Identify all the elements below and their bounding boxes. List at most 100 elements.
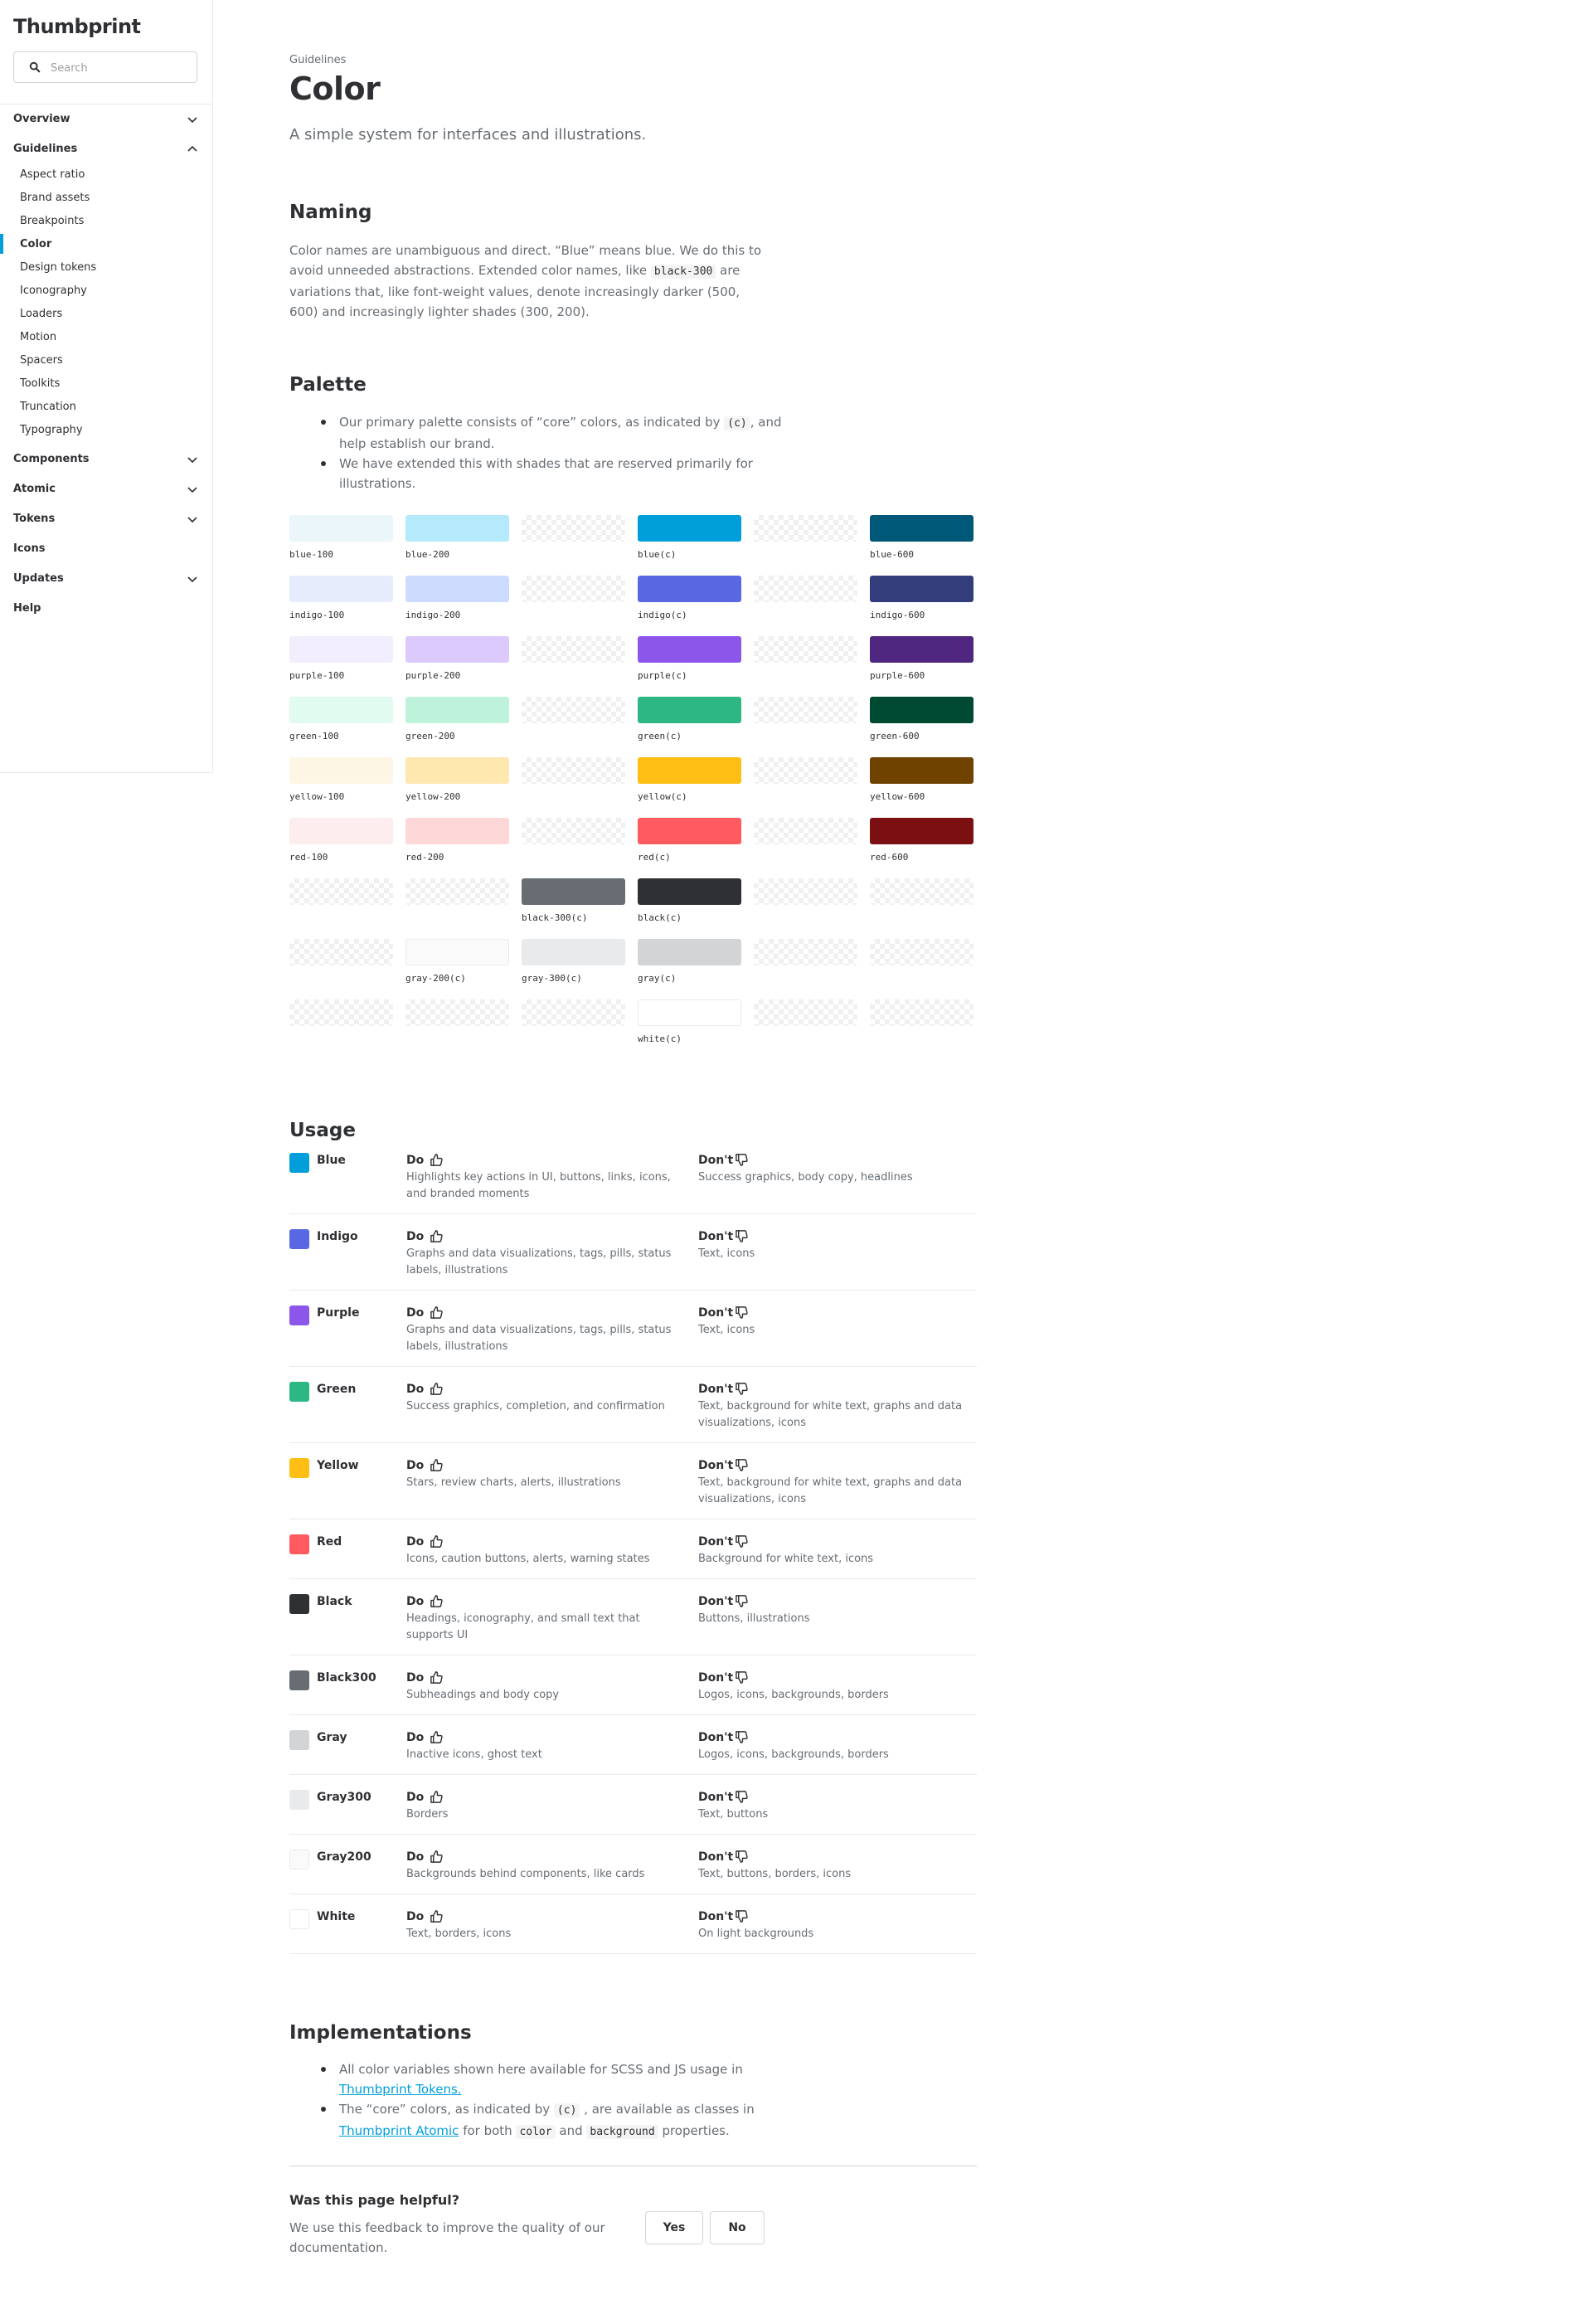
nav-section-tokens[interactable]: Tokens: [13, 509, 199, 529]
dont-label: Don't: [698, 1595, 748, 1608]
thumbprint-atomic-link[interactable]: Thumbprint Atomic: [339, 2123, 459, 2138]
nav-section-label: Tokens: [13, 513, 56, 525]
swatch-label: green-100: [289, 731, 339, 741]
empty-swatch: [754, 878, 857, 905]
do-text: Success graphics, completion, and confir…: [406, 1400, 665, 1412]
dont-label: Don't: [698, 1383, 748, 1396]
sidebar-item-truncation[interactable]: Truncation: [20, 398, 194, 416]
color-swatch: [289, 757, 393, 784]
feedback-text: We use this feedback to improve the qual…: [289, 2220, 605, 2255]
sidebar-item-loaders[interactable]: Loaders: [20, 305, 194, 323]
chevron-down-icon: [187, 576, 197, 583]
nav-section-icons[interactable]: Icons: [13, 539, 199, 559]
do-text: Text, borders, icons: [406, 1928, 512, 1940]
color-swatch: [638, 515, 741, 542]
search-box[interactable]: [13, 51, 197, 83]
feedback-yes-button[interactable]: Yes: [645, 2211, 703, 2244]
do-text: Highlights key actions in UI, buttons, l…: [406, 1171, 671, 1200]
color-swatch: [405, 576, 509, 602]
color-swatch: [638, 576, 741, 602]
sidebar-item-breakpoints[interactable]: Breakpoints: [20, 212, 194, 231]
swatch-label: gray-200(c): [405, 973, 466, 984]
do-text: Icons, caution buttons, alerts, warning …: [406, 1553, 650, 1565]
thumbs-down-icon: [736, 1306, 748, 1319]
empty-swatch: [522, 757, 625, 784]
dont-label: Don't: [698, 1306, 748, 1320]
usage-color-name: Green: [317, 1383, 357, 1396]
color-swatch: [405, 515, 509, 542]
color-swatch: [289, 515, 393, 542]
breadcrumb[interactable]: Guidelines: [289, 54, 346, 66]
sidebar-item-spacers[interactable]: Spacers: [20, 352, 194, 370]
empty-swatch: [289, 999, 393, 1026]
color-chip: [289, 1382, 309, 1402]
swatch-label: indigo-200: [405, 610, 461, 620]
empty-swatch: [754, 697, 857, 723]
sidebar-item-color[interactable]: Color: [20, 236, 194, 254]
dont-label: Don't: [698, 1671, 748, 1685]
row-divider: [289, 1953, 977, 1954]
palette-bullets: Our primary palette consists of “core” c…: [289, 412, 787, 493]
nav-section-atomic[interactable]: Atomic: [13, 479, 199, 499]
color-swatch: [870, 757, 974, 784]
row-divider: [289, 1834, 977, 1835]
logo[interactable]: Thumbprint: [13, 15, 141, 38]
empty-swatch: [405, 878, 509, 905]
nav-section-label: Icons: [13, 542, 46, 555]
color-chip: [289, 1153, 309, 1173]
nav-section-help[interactable]: Help: [13, 599, 199, 619]
sidebar-item-toolkits[interactable]: Toolkits: [20, 375, 194, 393]
swatch-label: indigo-100: [289, 610, 345, 620]
sidebar-item-brand-assets[interactable]: Brand assets: [20, 189, 194, 207]
feedback-no-button[interactable]: No: [710, 2211, 765, 2244]
sidebar-item-aspect-ratio[interactable]: Aspect ratio: [20, 166, 194, 184]
search-input[interactable]: [51, 60, 187, 76]
sidebar-item-design-tokens[interactable]: Design tokens: [20, 259, 194, 277]
swatch-label: purple-100: [289, 670, 345, 681]
nav-section-label: Updates: [13, 572, 64, 585]
color-swatch: [638, 939, 741, 965]
nav-section-components[interactable]: Components: [13, 450, 199, 469]
nav-section-updates[interactable]: Updates: [13, 569, 199, 589]
sidebar-item-motion[interactable]: Motion: [20, 328, 194, 347]
naming-code: black-300: [650, 265, 716, 279]
swatch-label: purple(c): [638, 670, 687, 681]
thumbs-down-icon: [736, 1595, 748, 1607]
row-divider: [289, 1366, 977, 1367]
thumbs-up-icon: [430, 1230, 443, 1242]
thumbs-up-icon: [430, 1459, 443, 1471]
nav-section-overview[interactable]: Overview: [13, 109, 199, 129]
color-swatch: [405, 818, 509, 844]
thumbs-up-icon: [430, 1383, 443, 1395]
do-text: Inactive icons, ghost text: [406, 1748, 542, 1761]
empty-swatch: [522, 999, 625, 1026]
sidebar-item-typography[interactable]: Typography: [20, 421, 194, 440]
empty-swatch: [754, 939, 857, 965]
swatch-label: blue(c): [638, 549, 677, 560]
nav-section-guidelines[interactable]: Guidelines: [13, 139, 199, 159]
swatch-label: blue-600: [870, 549, 914, 560]
do-text: Borders: [406, 1808, 449, 1821]
color-chip: [289, 1670, 309, 1690]
list-item: Our primary palette consists of “core” c…: [289, 412, 787, 454]
dont-label: Don't: [698, 1910, 748, 1923]
sidebar-item-iconography[interactable]: Iconography: [20, 282, 194, 300]
do-text: Stars, review charts, alerts, illustrati…: [406, 1476, 621, 1489]
swatch-label: yellow-100: [289, 791, 345, 802]
color-swatch: [289, 576, 393, 602]
empty-swatch: [754, 818, 857, 844]
do-label: Do: [406, 1230, 443, 1243]
empty-swatch: [754, 757, 857, 784]
thumbs-down-icon: [736, 1459, 748, 1471]
chevron-down-icon: [187, 457, 197, 464]
list-item: We have extended this with shades that a…: [289, 454, 787, 493]
dont-label: Don't: [698, 1535, 748, 1549]
thumbprint-tokens-link[interactable]: Thumbprint Tokens.: [339, 2082, 462, 2097]
thumbs-down-icon: [736, 1535, 748, 1548]
do-label: Do: [406, 1535, 443, 1549]
usage-color-name: Gray300: [317, 1791, 371, 1804]
do-text: Graphs and data visualizations, tags, pi…: [406, 1324, 672, 1353]
usage-color-name: White: [317, 1910, 356, 1923]
naming-text: Color names are unambiguous and direct. …: [289, 243, 762, 319]
color-chip: [289, 1909, 309, 1929]
